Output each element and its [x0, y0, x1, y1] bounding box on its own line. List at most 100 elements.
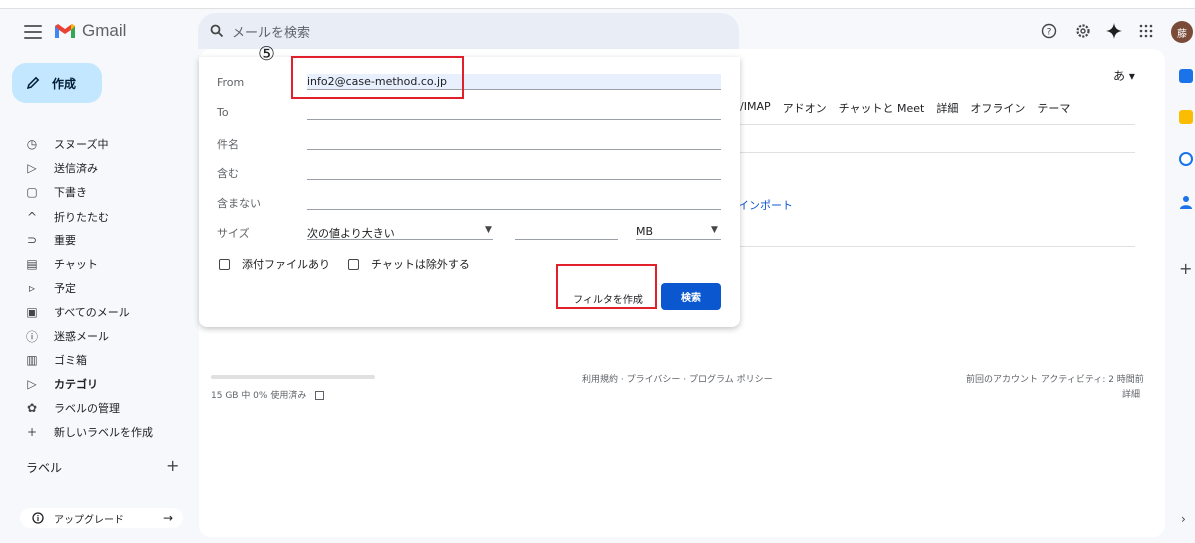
create-filter-highlight-box: [556, 264, 657, 309]
size-label: サイズ: [217, 227, 250, 240]
sidebar-item-label: 重要: [54, 234, 76, 247]
draft-icon: ▢: [26, 185, 38, 199]
search-placeholder[interactable]: メールを検索: [232, 22, 310, 41]
add-label-icon[interactable]: +: [166, 456, 179, 475]
gear-icon[interactable]: [1073, 21, 1093, 41]
tasks-icon[interactable]: [1179, 152, 1193, 166]
sidebar-item[interactable]: ▢ 下書き: [18, 181, 188, 203]
checkbox-box[interactable]: [219, 258, 230, 270]
to-input[interactable]: [307, 119, 721, 120]
import-link[interactable]: インポート: [738, 197, 793, 213]
sidebar-item[interactable]: ▷ カテゴリ: [18, 373, 188, 395]
app-name: Gmail: [82, 21, 127, 40]
info-circle-icon: [32, 512, 44, 524]
send-icon: ▷: [27, 161, 37, 175]
tab-advanced[interactable]: 詳細: [936, 100, 958, 116]
size-value-input[interactable]: [515, 239, 618, 240]
details-link[interactable]: 詳細: [1122, 387, 1140, 400]
sidebar-item-label: 新しいラベルを作成: [54, 426, 153, 439]
contacts-icon[interactable]: [1179, 194, 1193, 209]
gemini-sparkle-icon[interactable]: [1104, 21, 1124, 41]
input-language-indicator[interactable]: あ ▾: [1113, 67, 1135, 84]
sidebar-item[interactable]: ▣ すべてのメール: [18, 301, 188, 323]
sidebar-item[interactable]: ⊃ 重要: [18, 229, 188, 251]
pencil-icon: [26, 76, 40, 90]
gmail-logo[interactable]: Gmail: [54, 21, 126, 41]
search-bar[interactable]: メールを検索: [198, 13, 739, 49]
sidebar-item[interactable]: ▹ 予定: [18, 277, 188, 299]
sidebar-item-label: 迷惑メール: [54, 330, 109, 343]
chat-icon: ▤: [26, 257, 38, 271]
dropdown-arrow-icon: ▼: [485, 225, 492, 235]
help-icon[interactable]: ?: [1039, 21, 1059, 41]
tab-chat-meet[interactable]: チャットと Meet: [839, 100, 925, 116]
upgrade-label: アップグレード: [54, 514, 124, 526]
sidebar-item-label: チャット: [54, 258, 98, 271]
sidebar-item[interactable]: ▤ チャット: [18, 253, 188, 275]
label-icon: ▷: [27, 377, 37, 391]
sidebar-item[interactable]: ✿ ラベルの管理: [18, 397, 188, 419]
plus-icon: +: [26, 425, 38, 439]
gmail-m-icon: [55, 24, 75, 38]
tab-offline[interactable]: オフライン: [970, 100, 1025, 116]
sidebar-item[interactable]: ▥ ゴミ箱: [18, 349, 188, 371]
sidebar-item-label: 送信済み: [54, 162, 98, 175]
size-operator-underline: [307, 239, 493, 240]
sidebar-item[interactable]: ◷ スヌーズ中: [18, 133, 188, 155]
doesnt-have-input[interactable]: [307, 209, 721, 210]
sidebar-item[interactable]: + 新しいラベルを作成: [18, 421, 188, 443]
has-words-label: 含む: [217, 167, 239, 180]
clock-icon: ◷: [26, 137, 38, 151]
sidebar-item[interactable]: ▷ 送信済み: [18, 157, 188, 179]
to-label: To: [217, 106, 229, 119]
gmail-app: Gmail メールを検索 ? 藤 作成 ◷ スヌーズ中 ▷ 送信済み ▢ 下書き ^ 折りたた…: [0, 8, 1195, 543]
get-addons-plus-icon[interactable]: +: [1179, 259, 1192, 278]
sidebar-item-label: すべてのメール: [54, 306, 130, 319]
sidebar-item-label: 予定: [54, 282, 76, 295]
tab-addons[interactable]: アドオン: [783, 100, 827, 116]
important-icon: ⊃: [26, 233, 38, 247]
sidebar-item-label: カテゴリ: [54, 378, 98, 391]
scheduled-icon: ▹: [28, 281, 36, 295]
open-external-icon[interactable]: [315, 391, 325, 400]
has-words-input[interactable]: [307, 179, 721, 180]
apps-grid-icon[interactable]: [1136, 21, 1156, 41]
keep-icon[interactable]: [1179, 110, 1193, 124]
spam-icon: ⓘ: [25, 329, 38, 344]
upgrade-button[interactable]: アップグレード →: [20, 508, 183, 528]
checkbox-box[interactable]: [348, 258, 359, 270]
sidebar-item[interactable]: ^ 折りたたむ: [18, 206, 188, 228]
svg-text:?: ?: [1047, 28, 1052, 38]
from-label: From: [217, 76, 245, 89]
calendar-icon[interactable]: [1179, 69, 1193, 83]
footer-links[interactable]: 利用規約 · プライバシー · プログラム ポリシー: [582, 372, 773, 385]
has-attachment-checkbox[interactable]: 添付ファイルあり: [219, 256, 330, 272]
gear-icon: ✿: [26, 401, 38, 415]
main-menu-icon[interactable]: [24, 25, 42, 39]
tab-themes[interactable]: テーマ: [1037, 100, 1070, 116]
advanced-search-panel: From info2@case-method.co.jp To 件名 含む 含ま…: [199, 57, 740, 327]
account-avatar[interactable]: 藤: [1171, 21, 1193, 43]
trash-icon: ▥: [26, 353, 38, 367]
subject-input[interactable]: [307, 149, 721, 150]
doesnt-have-label: 含まない: [217, 197, 261, 210]
size-unit-select[interactable]: MB ▼: [636, 225, 718, 238]
labels-heading: ラベル: [26, 461, 63, 475]
subject-label: 件名: [217, 138, 239, 151]
sidebar-item-label: ゴミ箱: [54, 354, 87, 367]
show-side-panel-icon[interactable]: ›: [1181, 512, 1186, 526]
tab-imap[interactable]: /IMAP: [740, 100, 771, 116]
compose-label: 作成: [52, 76, 77, 91]
sidebar-item-label: スヌーズ中: [54, 138, 109, 151]
chevron-up-icon: ^: [26, 210, 38, 224]
last-activity: 前回のアカウント アクティビティ: 2 時間前: [966, 375, 1144, 385]
sidebar-item-label: 下書き: [54, 186, 87, 199]
arrow-right-icon: →: [162, 511, 173, 525]
compose-button[interactable]: 作成: [12, 63, 102, 103]
settings-tabs: /IMAP アドオン チャットと Meet 詳細 オフライン テーマ: [740, 100, 1070, 116]
search-button[interactable]: 検索: [661, 283, 721, 310]
sidebar-item-label: ラベルの管理: [54, 402, 120, 415]
search-icon[interactable]: [210, 24, 224, 38]
sidebar-item[interactable]: ⓘ 迷惑メール: [18, 325, 188, 347]
exclude-chats-checkbox[interactable]: チャットは除外する: [348, 256, 470, 272]
